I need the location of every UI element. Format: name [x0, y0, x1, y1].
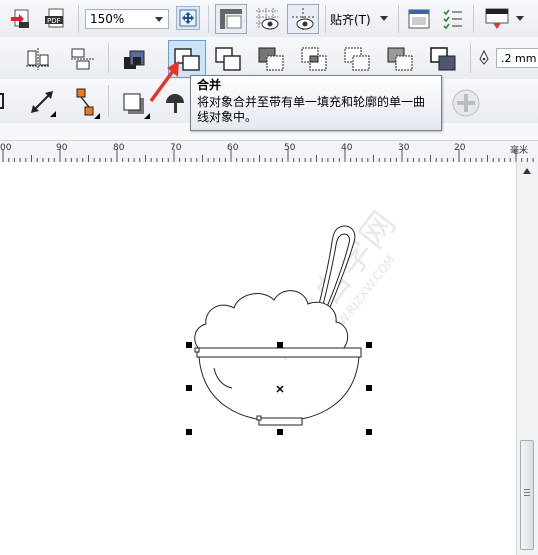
- add-icon[interactable]: [449, 87, 483, 119]
- ruler-label: 70: [170, 143, 182, 153]
- options-icon[interactable]: [405, 6, 433, 32]
- settings-icon[interactable]: [440, 6, 466, 32]
- svg-text:PDF: PDF: [47, 17, 61, 25]
- selection-handle[interactable]: [366, 385, 372, 391]
- selection-handle[interactable]: [366, 342, 372, 348]
- front-minus-back-icon[interactable]: [382, 42, 420, 76]
- color-icon[interactable]: [484, 6, 526, 32]
- scrollbar-thumb[interactable]: [520, 440, 534, 550]
- bowl-rim-shape: [196, 347, 362, 358]
- bowl-highlight-shape: [213, 367, 233, 389]
- pen-icon: [476, 49, 492, 67]
- ruler-label: 30: [398, 143, 410, 153]
- selection-handle[interactable]: [277, 429, 283, 435]
- bowl-base-shape: [258, 417, 303, 426]
- guidelines-icon[interactable]: [287, 4, 319, 34]
- ruler-unit: 毫米: [510, 146, 529, 156]
- node-marker: [256, 415, 262, 421]
- selection-handle[interactable]: [186, 429, 192, 435]
- flyout-indicator: [50, 111, 56, 117]
- selection-handle[interactable]: [277, 342, 283, 348]
- align-icon[interactable]: [24, 45, 52, 73]
- ruler-label: 20: [454, 143, 466, 153]
- tooltip-title: 合并: [197, 78, 222, 92]
- annotation-arrow-icon: [149, 61, 179, 103]
- outline-width-field[interactable]: .2 mm: [496, 48, 538, 68]
- zoom-select[interactable]: 150%: [85, 9, 169, 29]
- ruler-label: 00: [0, 143, 12, 153]
- ruler-label: 80: [113, 143, 125, 153]
- dimension-icon[interactable]: [26, 87, 58, 117]
- chevron-down-icon: [516, 16, 524, 21]
- outline-width-value: .2 mm: [501, 51, 537, 65]
- selection-handle[interactable]: [366, 429, 372, 435]
- ruler-label: 90: [56, 143, 68, 153]
- ruler-label: 40: [341, 143, 353, 153]
- vertical-scrollbar[interactable]: [516, 162, 538, 555]
- zoom-value: 150%: [90, 12, 125, 26]
- center-marker-icon: [276, 385, 284, 393]
- edge-icon[interactable]: [0, 87, 8, 115]
- flyout-indicator: [144, 113, 150, 119]
- chevron-down-icon: [380, 16, 388, 21]
- trim-icon[interactable]: [253, 42, 291, 76]
- intersect-icon[interactable]: [296, 42, 334, 76]
- flyout-indicator: [94, 113, 100, 119]
- export-pdf-icon[interactable]: PDF: [42, 7, 70, 31]
- node-marker: [194, 347, 200, 353]
- import-icon[interactable]: [8, 7, 34, 31]
- tooltip-body: 将对象合并至带有单一填充和轮廓的单一曲线对象中。: [197, 95, 426, 124]
- rulers-icon[interactable]: [215, 4, 247, 34]
- bowl-drawing[interactable]: [0, 162, 516, 555]
- drawing-canvas[interactable]: 软件自学网 WWW.RJZXW.COM: [0, 162, 516, 555]
- back-minus-front-icon[interactable]: [425, 42, 463, 76]
- simplify-icon[interactable]: [339, 42, 377, 76]
- standard-toolbar: PDF 150% 贴齐(T): [0, 0, 538, 38]
- snap-label: 贴齐(T): [330, 12, 371, 27]
- connector-icon[interactable]: [70, 85, 100, 119]
- grid-icon[interactable]: [251, 4, 283, 34]
- combine-tooltip: 合并 将对象合并至带有单一填充和轮廓的单一曲线对象中。: [190, 75, 442, 131]
- property-bar: .2 mm: [0, 37, 538, 80]
- scroll-up-icon[interactable]: [523, 168, 531, 174]
- pan-icon[interactable]: [176, 6, 200, 30]
- weld-icon[interactable]: [210, 42, 248, 76]
- chevron-down-icon: [155, 17, 163, 22]
- selection-handle[interactable]: [186, 342, 192, 348]
- snap-dropdown[interactable]: 贴齐(T): [330, 9, 392, 29]
- selection-handle[interactable]: [186, 385, 192, 391]
- ruler-label: 60: [227, 143, 239, 153]
- distribute-icon[interactable]: [67, 45, 99, 73]
